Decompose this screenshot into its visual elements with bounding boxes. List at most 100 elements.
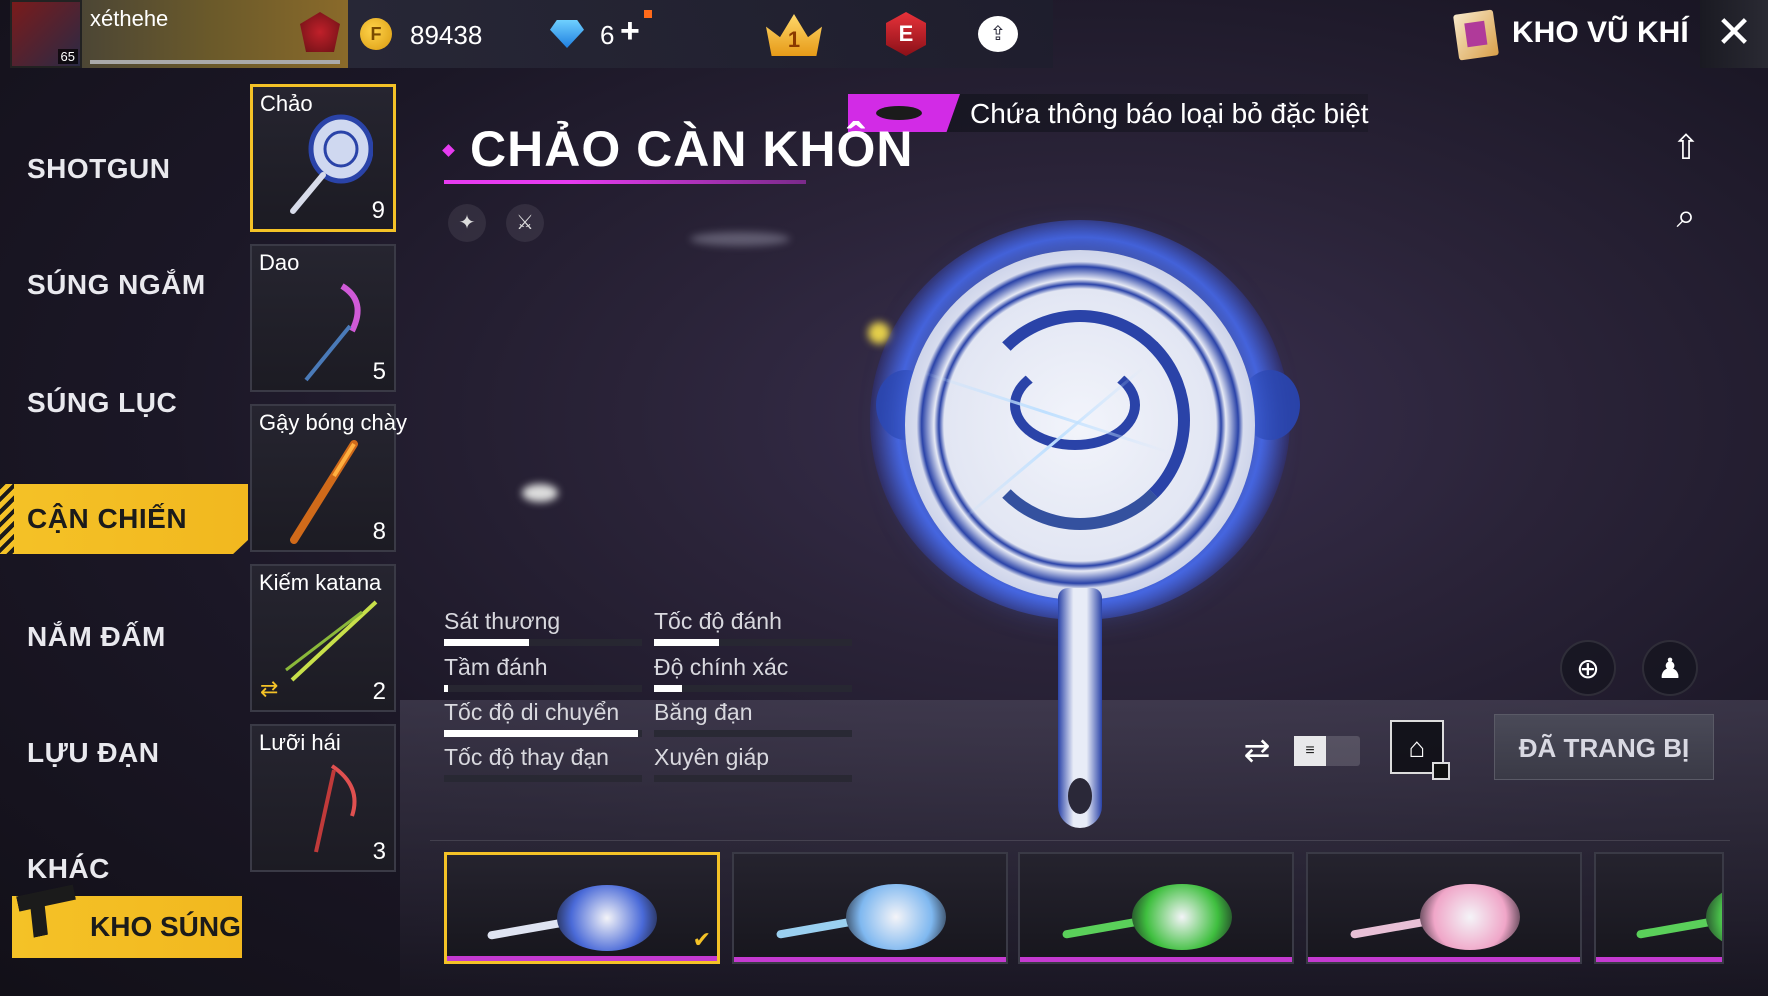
share-icon[interactable]: ⇧ — [1664, 126, 1708, 170]
stat-bar — [444, 639, 642, 646]
home-star-icon[interactable]: ⌂ — [1390, 720, 1450, 780]
category-count: 8 — [372, 518, 386, 545]
nav-item-shotgun[interactable]: SHOTGUN — [0, 134, 248, 204]
add-diamonds-button[interactable]: + — [620, 12, 640, 51]
rarity-tag-icon[interactable]: ✦ — [448, 204, 486, 242]
knife-thumbnail-icon — [304, 283, 361, 382]
nav-item-grenade[interactable]: LỰU ĐẠN — [0, 718, 248, 788]
category-count: 3 — [372, 838, 386, 865]
skin-card[interactable] — [1594, 852, 1724, 964]
skin-pan — [1420, 884, 1520, 950]
skin-handle — [1349, 917, 1431, 939]
category-count: 5 — [372, 358, 386, 385]
character-pose-icon[interactable]: ♟ — [1642, 640, 1698, 696]
special-notice-banner: Chứa thông báo loại bỏ đặc biệt — [848, 94, 1369, 132]
nav-item-pistol[interactable]: SÚNG LỤC — [0, 368, 248, 438]
stat-fill — [444, 639, 530, 646]
crown-rank-icon[interactable]: 1 — [766, 14, 822, 56]
armory-book-icon — [1452, 9, 1500, 61]
category-label: Kiếm katana — [259, 570, 382, 595]
top-bar: 65 xéthehe F 89438 6 + 1 E ⇪ KHO VŨ KHÍ … — [0, 0, 1768, 72]
xp-bar — [90, 60, 340, 64]
stat-bar — [654, 639, 852, 646]
player-profile[interactable]: 65 xéthehe — [10, 0, 348, 68]
category-card-pan[interactable]: Chảo 9 — [250, 84, 396, 232]
skin-card[interactable] — [1306, 852, 1582, 964]
skin-divider — [430, 840, 1730, 841]
ambient-light — [522, 484, 558, 502]
category-card-scythe[interactable]: Lưỡi hái 3 — [250, 724, 396, 872]
stat-fill — [444, 730, 639, 737]
stat-movement-speed: Tốc độ di chuyển — [444, 699, 642, 739]
rarity-bar — [1596, 957, 1722, 962]
stat-bar — [444, 685, 642, 692]
ambient-light — [690, 232, 790, 246]
skin-handle — [1061, 917, 1143, 939]
rank-badge-icon[interactable] — [300, 12, 340, 52]
melee-type-icon[interactable]: ⚔ — [506, 204, 544, 242]
category-card-knife[interactable]: Dao 5 — [250, 244, 396, 392]
stat-label: Tốc độ đánh — [654, 608, 782, 634]
title-underline — [444, 180, 806, 184]
stat-bar — [444, 730, 642, 737]
stat-label: Tốc độ di chuyển — [444, 699, 620, 725]
stat-label: Xuyên giáp — [654, 744, 770, 770]
skin-card[interactable]: ✔ — [444, 852, 720, 964]
equipped-button[interactable]: ĐÃ TRANG BỊ — [1494, 714, 1714, 780]
stat-label: Băng đạn — [654, 699, 753, 725]
stat-label: Tầm đánh — [444, 654, 548, 680]
nav-item-sniper[interactable]: SÚNG NGẮM — [0, 250, 248, 320]
cloud-sync-icon[interactable]: ⇪ — [978, 16, 1018, 52]
scythe-thumbnail-icon — [314, 764, 357, 853]
stat-magazine: Băng đạn — [654, 699, 852, 739]
toggle-knob: ≡ — [1294, 736, 1326, 766]
skin-pan — [1706, 884, 1722, 950]
stat-range: Tầm đánh — [444, 654, 642, 694]
skin-handle — [486, 918, 568, 940]
shuffle-badge-icon: ⇄ — [260, 676, 279, 701]
elite-pass-icon[interactable]: E — [886, 12, 926, 56]
stat-accuracy: Độ chính xác — [654, 654, 852, 694]
equipped-check-icon: ✔ — [692, 927, 711, 952]
stat-armor-penetration: Xuyên giáp — [654, 744, 852, 784]
nav-item-melee[interactable]: CẬN CHIẾN — [0, 484, 248, 554]
skin-handle — [1635, 917, 1717, 939]
player-level: 65 — [57, 49, 78, 64]
stat-label: Tốc độ thay đạn — [444, 744, 609, 770]
stat-fill — [654, 639, 720, 646]
document-search-icon[interactable]: ⌕ — [1664, 194, 1708, 238]
stat-bar — [654, 730, 852, 737]
stat-fill — [654, 685, 682, 692]
player-avatar[interactable]: 65 — [10, 0, 82, 68]
rarity-bar — [1308, 957, 1580, 962]
random-toggle[interactable]: ≡ — [1294, 736, 1360, 766]
stat-bar — [654, 775, 852, 782]
rarity-bar — [1020, 957, 1292, 962]
zoom-in-icon[interactable]: ⊕ — [1560, 640, 1616, 696]
category-label: Dao — [259, 250, 300, 275]
skin-card[interactable] — [732, 852, 1008, 964]
stat-bar — [654, 685, 852, 692]
baseball-bat-thumbnail-icon — [290, 440, 358, 544]
rarity-bar — [734, 957, 1006, 962]
stat-fill — [444, 685, 448, 692]
stat-label: Sát thương — [444, 608, 561, 634]
item-title: CHẢO CÀN KHÔN — [470, 121, 914, 177]
player-username: xéthehe — [90, 6, 169, 31]
shuffle-icon[interactable]: ⇄ — [1234, 730, 1280, 770]
title-bullet — [442, 144, 455, 157]
skin-handle — [775, 917, 857, 939]
category-card-baseball-bat[interactable]: Gậy bóng chày 8 — [250, 404, 407, 552]
category-label: Lưỡi hái — [259, 730, 341, 755]
skin-card[interactable] — [1018, 852, 1294, 964]
category-card-katana[interactable]: Kiếm katana ⇄ 2 — [250, 564, 396, 712]
category-count: 9 — [371, 197, 385, 224]
diamond-amount: 6 — [600, 20, 615, 50]
gold-amount: 89438 — [410, 20, 483, 50]
armory-title: KHO VŨ KHÍ — [1512, 16, 1689, 49]
stat-attack-speed: Tốc độ đánh — [654, 608, 852, 648]
nav-item-fist[interactable]: NẮM ĐẤM — [0, 602, 248, 672]
category-count: 2 — [372, 678, 386, 705]
close-button[interactable]: ✕ — [1700, 0, 1768, 68]
katana-thumbnail-icon — [285, 600, 378, 682]
